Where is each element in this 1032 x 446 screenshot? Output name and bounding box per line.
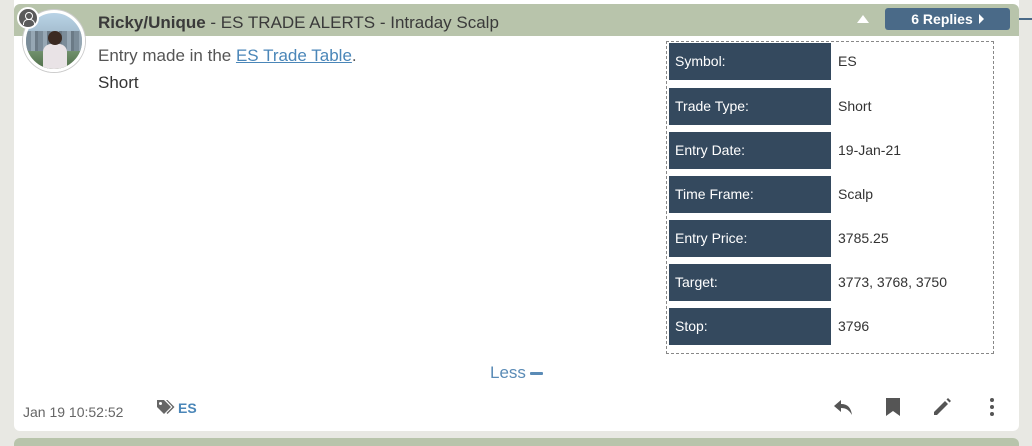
trade-label: Entry Date: <box>669 132 831 169</box>
trade-label: Stop: <box>669 308 831 345</box>
entry-suffix: . <box>351 46 357 65</box>
trade-row-time-frame: Time Frame: Scalp <box>669 176 991 213</box>
post-body: Short <box>98 73 139 92</box>
tag-link[interactable]: ES <box>178 400 197 416</box>
trade-label: Symbol: <box>669 43 831 80</box>
trade-label: Trade Type: <box>669 88 831 125</box>
caret-right-icon <box>978 14 984 24</box>
more-vertical-icon[interactable] <box>981 396 1003 418</box>
trade-row-target: Target: 3773, 3768, 3750 <box>669 264 991 301</box>
reply-icon[interactable] <box>832 396 854 418</box>
trade-label: Entry Price: <box>669 220 831 257</box>
next-post-header <box>14 438 1019 446</box>
user-icon <box>17 7 39 29</box>
bookmark-icon[interactable] <box>882 396 904 418</box>
thread-connector <box>1019 18 1032 20</box>
trade-label: Time Frame: <box>669 176 831 213</box>
post-title: Ricky/Unique - ES TRADE ALERTS - Intrada… <box>98 13 499 33</box>
minus-icon <box>529 371 543 375</box>
trade-value: 3785.25 <box>838 230 889 246</box>
replies-button[interactable]: 6 Replies <box>885 8 1010 30</box>
trade-value: Scalp <box>838 186 874 202</box>
trade-row-symbol: Symbol: ES <box>669 43 991 80</box>
post-header: Ricky/Unique - ES TRADE ALERTS - Intrada… <box>14 4 1019 36</box>
trade-value: 3773, 3768, 3750 <box>838 274 947 290</box>
less-label: Less <box>490 363 526 382</box>
trade-value: ES <box>838 53 857 69</box>
trade-row-entry-price: Entry Price: 3785.25 <box>669 220 991 257</box>
replies-label: 6 Replies <box>911 11 973 27</box>
author-name[interactable]: Ricky/Unique <box>98 13 206 32</box>
trade-row-entry-date: Entry Date: 19-Jan-21 <box>669 132 991 169</box>
less-link[interactable]: Less <box>490 363 543 383</box>
trade-value: Short <box>838 98 872 114</box>
caret-up-icon[interactable] <box>857 15 869 23</box>
trade-table-link[interactable]: ES Trade Table <box>236 46 352 65</box>
trade-row-stop: Stop: 3796 <box>669 308 991 345</box>
trade-label: Target: <box>669 264 831 301</box>
entry-prefix: Entry made in the <box>98 46 236 65</box>
tag-icon <box>157 400 175 414</box>
trade-details-table: Symbol: ES Trade Type: Short Entry Date: 19… <box>666 41 994 354</box>
post-timestamp: Jan 19 10:52:52 <box>23 404 124 420</box>
post-subject: - ES TRADE ALERTS - Intraday Scalp <box>205 13 499 32</box>
pencil-icon[interactable] <box>931 396 953 418</box>
trade-value: 19-Jan-21 <box>838 142 902 158</box>
entry-text: Entry made in the ES Trade Table. <box>98 46 357 66</box>
trade-value: 3796 <box>838 318 870 334</box>
trade-row-type: Trade Type: Short <box>669 88 991 125</box>
